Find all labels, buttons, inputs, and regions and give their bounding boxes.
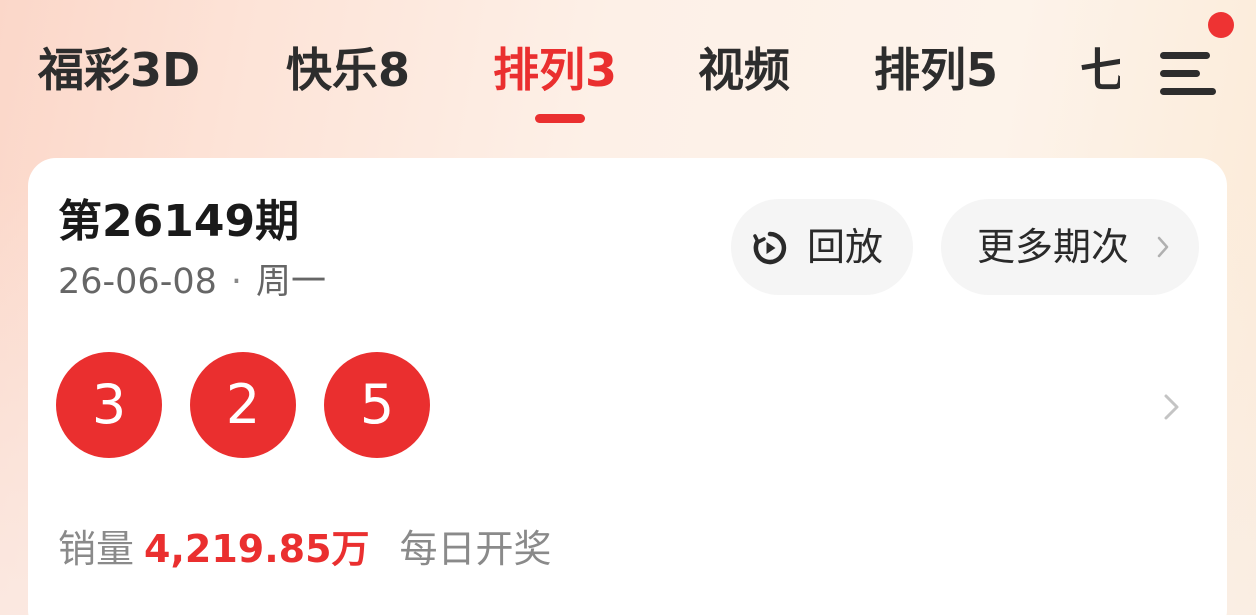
replay-clock-icon [753,231,787,265]
tab-fucai-3d[interactable]: 福彩3D [38,38,200,102]
tab-qi[interactable]: 七 [1080,38,1120,102]
sales-label: 销量 [58,527,135,571]
chevron-right-icon [1157,236,1169,258]
sales-amount: 4,219.85万 [144,527,370,571]
number-ball: 2 [190,352,296,458]
date-separator: · [230,262,243,302]
tab-pailie-3[interactable]: 排列3 [493,38,617,102]
tab-overflow-clip: 七 [1080,30,1120,110]
tab-kuaile-8[interactable]: 快乐8 [286,38,410,102]
more-issues-label: 更多期次 [977,225,1130,269]
number-ball: 5 [324,352,430,458]
draw-result-card: 第26149期 26-06-08 · 周一 回放 更多期次 3 2 5 销量 4,21… [28,158,1227,615]
draw-weekday: 周一 [256,262,327,302]
tab-pailie-5[interactable]: 排列5 [874,38,998,102]
replay-button[interactable]: 回放 [731,199,913,295]
replay-label: 回放 [807,225,884,269]
menu-icon [1160,52,1210,59]
menu-button[interactable] [1150,12,1234,110]
more-issues-button[interactable]: 更多期次 [941,199,1199,295]
draw-date: 26-06-08 [58,262,217,302]
sales-line: 销量 4,219.85万 每日开奖 [58,524,552,574]
lottery-tab-bar: 福彩3D 快乐8 排列3 视频 排列5 七 [0,0,1256,140]
draw-date-line: 26-06-08 · 周一 [58,260,326,304]
tab-video[interactable]: 视频 [698,38,790,102]
issue-number: 第26149期 [58,196,300,247]
chevron-right-icon[interactable] [1162,391,1182,423]
notification-dot [1208,12,1234,38]
active-tab-indicator [535,114,585,123]
draw-frequency: 每日开奖 [399,527,552,571]
number-ball: 3 [56,352,162,458]
